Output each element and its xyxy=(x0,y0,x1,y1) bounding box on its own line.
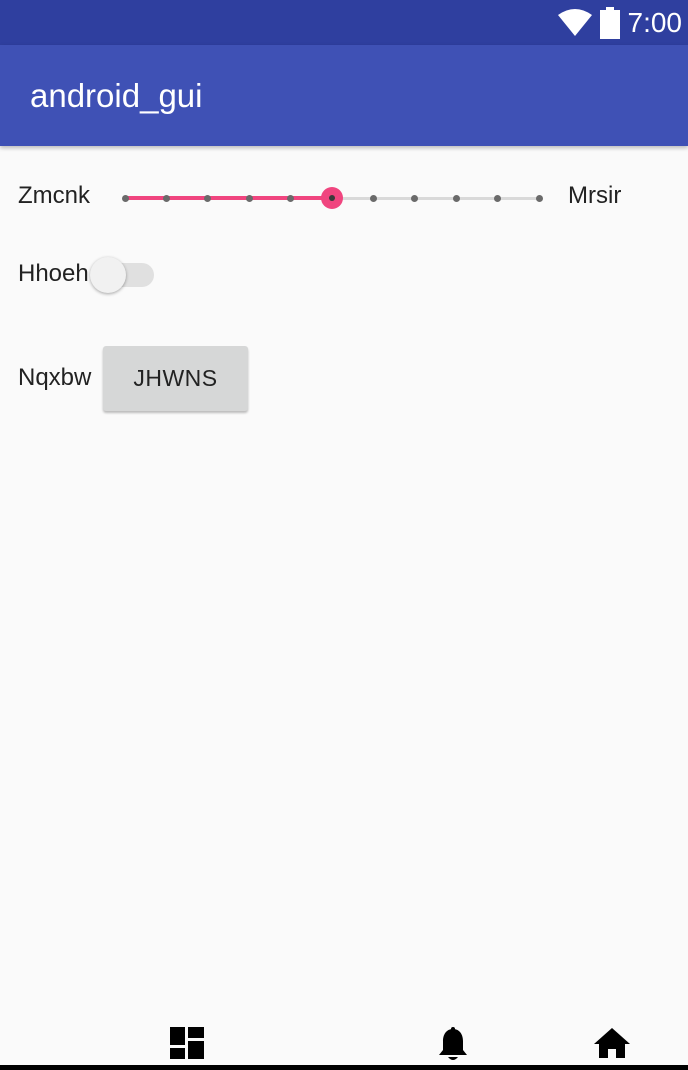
switch-thumb xyxy=(90,257,126,293)
status-bar: 7:00 xyxy=(0,0,688,45)
app-title: android_gui xyxy=(30,77,203,114)
status-icons: 7:00 xyxy=(557,0,683,45)
slider-tick xyxy=(287,195,295,202)
battery-icon xyxy=(599,6,620,39)
bell-icon[interactable] xyxy=(437,1027,469,1063)
slider-tick xyxy=(245,195,253,202)
slider-thumb[interactable] xyxy=(321,187,343,209)
slider-tick xyxy=(369,195,377,202)
jhwns-button[interactable]: JHWNS xyxy=(103,346,248,411)
discrete-slider[interactable] xyxy=(112,178,552,218)
slider-tick xyxy=(452,195,460,202)
slider-fill xyxy=(125,196,332,200)
bottom-edge xyxy=(0,1065,688,1070)
slider-tick xyxy=(494,195,502,202)
slider-start-label: Zmcnk xyxy=(18,182,90,209)
toggle-switch[interactable] xyxy=(90,257,156,293)
status-time: 7:00 xyxy=(627,7,683,38)
slider-tick xyxy=(162,195,170,202)
app-bar: android_gui xyxy=(0,45,688,146)
slider-tick xyxy=(411,195,419,202)
dashboard-icon[interactable] xyxy=(170,1027,204,1059)
bottom-bar xyxy=(0,1010,688,1070)
button-row-label: Nqxbw xyxy=(18,364,92,391)
wifi-icon xyxy=(557,8,592,37)
slider-end-label: Mrsir xyxy=(568,182,622,209)
slider-tick xyxy=(204,195,212,202)
slider-tick xyxy=(121,195,129,202)
home-icon[interactable] xyxy=(594,1027,630,1059)
slider-tick xyxy=(535,195,543,202)
switch-label: Hhoeh xyxy=(18,260,89,287)
